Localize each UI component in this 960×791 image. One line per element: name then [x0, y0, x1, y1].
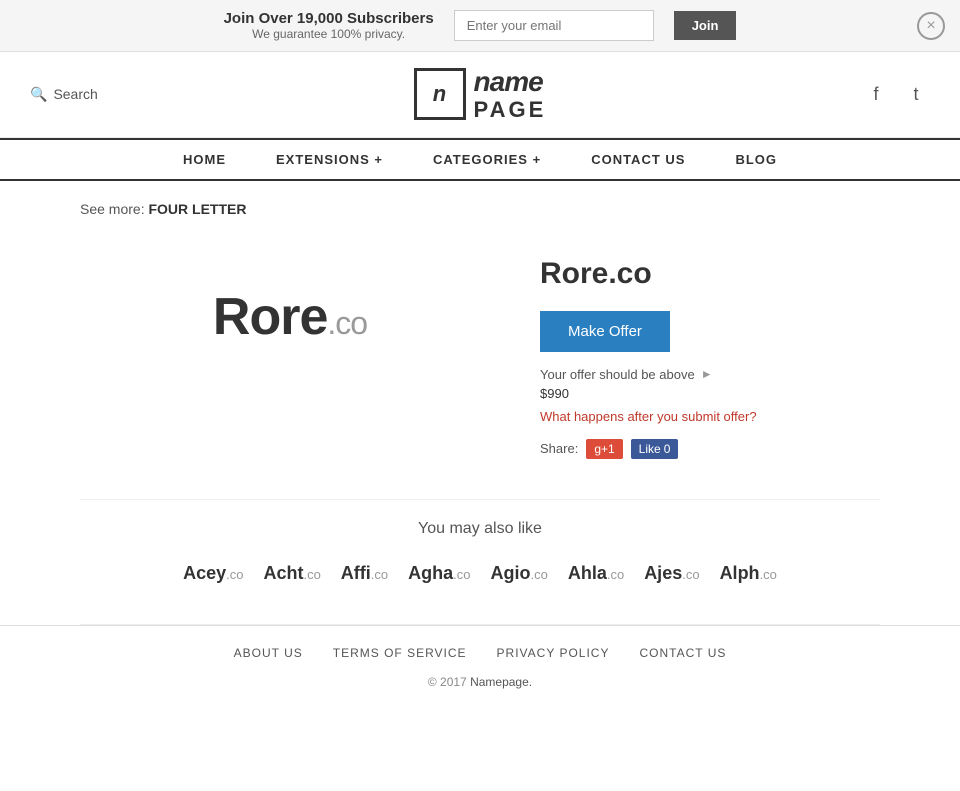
- similar-domain-name: Acey: [183, 563, 226, 583]
- similar-domain-tld: .co: [371, 567, 388, 582]
- share-label: Share:: [540, 441, 578, 456]
- twitter-link[interactable]: t: [902, 80, 930, 108]
- fb-count: 0: [664, 442, 671, 456]
- facebook-like-button[interactable]: Like 0: [631, 439, 679, 459]
- breadcrumb: See more: FOUR LETTER: [0, 181, 960, 227]
- similar-domain-tld: .co: [760, 567, 777, 582]
- offer-price: $990: [540, 386, 880, 401]
- footer-link[interactable]: TERMS OF SERVICE: [333, 646, 467, 660]
- logo-area: n name PAGE: [98, 67, 862, 122]
- similar-domain-name: Alph: [720, 563, 760, 583]
- social-icons: f t: [862, 80, 930, 108]
- similar-domain-name: Ajes: [644, 563, 682, 583]
- share-area: Share: g+1 Like 0: [540, 439, 880, 459]
- offer-info: Your offer should be above ►: [540, 367, 880, 382]
- also-like-title: You may also like: [80, 520, 880, 538]
- logo-link[interactable]: n name PAGE: [414, 67, 547, 122]
- gplus-label: g+1: [594, 442, 614, 456]
- logo-text: name PAGE: [474, 67, 547, 122]
- similar-domain-name: Acht: [263, 563, 303, 583]
- copyright-brand-link[interactable]: Namepage.: [470, 675, 532, 689]
- offer-arrow-icon: ►: [701, 367, 713, 381]
- domain-logo-main: Rore: [213, 288, 327, 346]
- join-button[interactable]: Join: [674, 11, 737, 40]
- site-header: 🔍 Search n name PAGE f t: [0, 52, 960, 138]
- email-input[interactable]: [454, 10, 654, 41]
- similar-domain-tld: .co: [530, 567, 547, 582]
- make-offer-button[interactable]: Make Offer: [540, 311, 670, 352]
- domain-details: Rore.co Make Offer Your offer should be …: [540, 247, 880, 459]
- twitter-icon: t: [913, 84, 918, 105]
- similar-domain-name: Agha: [408, 563, 453, 583]
- similar-domain-item[interactable]: Agha.co: [408, 563, 470, 584]
- similar-domain-item[interactable]: Ahla.co: [568, 563, 624, 584]
- nav-item-categories[interactable]: CATEGORIES +: [433, 152, 541, 167]
- similar-domain-item[interactable]: Acht.co: [263, 563, 320, 584]
- footer-links: ABOUT US TERMS OF SERVICE PRIVACY POLICY CO…: [20, 646, 940, 660]
- offer-info-text: Your offer should be above: [540, 367, 695, 382]
- copyright: © 2017 Namepage.: [20, 675, 940, 689]
- banner-subtitle: We guarantee 100% privacy.: [224, 27, 434, 41]
- similar-domain-name: Agio: [490, 563, 530, 583]
- breadcrumb-prefix: See more:: [80, 201, 145, 217]
- copyright-year: © 2017: [428, 675, 467, 689]
- breadcrumb-category: FOUR LETTER: [148, 201, 246, 217]
- footer-link[interactable]: CONTACT US: [639, 646, 726, 660]
- gplus-button[interactable]: g+1: [586, 439, 622, 459]
- banner-text: Join Over 19,000 Subscribers We guarante…: [224, 10, 434, 41]
- what-happens-link[interactable]: What happens after you submit offer?: [540, 409, 880, 424]
- similar-domain-item[interactable]: Agio.co: [490, 563, 547, 584]
- similar-domain-item[interactable]: Alph.co: [720, 563, 777, 584]
- similar-domain-name: Ahla: [568, 563, 607, 583]
- similar-domain-tld: .co: [607, 567, 624, 582]
- similar-domain-tld: .co: [303, 567, 320, 582]
- also-like-section: You may also like Acey.coAcht.coAffi.coA…: [0, 500, 960, 624]
- search-label: Search: [53, 86, 97, 102]
- nav-item-contact[interactable]: CONTACT US: [591, 152, 685, 167]
- logo-page: PAGE: [474, 98, 547, 122]
- footer-link[interactable]: PRIVACY POLICY: [497, 646, 610, 660]
- top-banner: Join Over 19,000 Subscribers We guarante…: [0, 0, 960, 52]
- search-area[interactable]: 🔍 Search: [30, 86, 98, 103]
- facebook-icon: f: [873, 84, 878, 105]
- similar-domain-tld: .co: [682, 567, 699, 582]
- similar-domain-item[interactable]: Ajes.co: [644, 563, 699, 584]
- similar-domain-item[interactable]: Affi.co: [341, 563, 388, 584]
- facebook-link[interactable]: f: [862, 80, 890, 108]
- similar-domain-item[interactable]: Acey.co: [183, 563, 243, 584]
- site-footer: ABOUT US TERMS OF SERVICE PRIVACY POLICY CO…: [0, 625, 960, 709]
- domain-logo-tld: .co: [327, 305, 367, 341]
- close-button[interactable]: ×: [917, 12, 945, 40]
- logo-name: name: [474, 67, 547, 98]
- similar-domain-tld: .co: [453, 567, 470, 582]
- fb-like-label: Like: [639, 442, 661, 456]
- nav-item-home[interactable]: HOME: [183, 152, 226, 167]
- nav-item-extensions[interactable]: EXTENSIONS +: [276, 152, 383, 167]
- similar-domains-row: Acey.coAcht.coAffi.coAgha.coAgio.coAhla.…: [80, 563, 880, 584]
- similar-domain-tld: .co: [226, 567, 243, 582]
- main-nav: HOME EXTENSIONS + CATEGORIES + CONTACT U…: [0, 138, 960, 181]
- domain-logo: Rore.co: [213, 287, 367, 347]
- main-content: Rore.co Rore.co Make Offer Your offer sh…: [0, 227, 960, 499]
- domain-logo-area: Rore.co: [80, 247, 500, 387]
- similar-domain-name: Affi: [341, 563, 371, 583]
- search-icon: 🔍: [30, 86, 47, 103]
- domain-name: Rore.co: [540, 257, 880, 291]
- footer-link[interactable]: ABOUT US: [234, 646, 303, 660]
- banner-title: Join Over 19,000 Subscribers: [224, 10, 434, 27]
- nav-item-blog[interactable]: BLOG: [735, 152, 777, 167]
- logo-icon: n: [414, 68, 466, 120]
